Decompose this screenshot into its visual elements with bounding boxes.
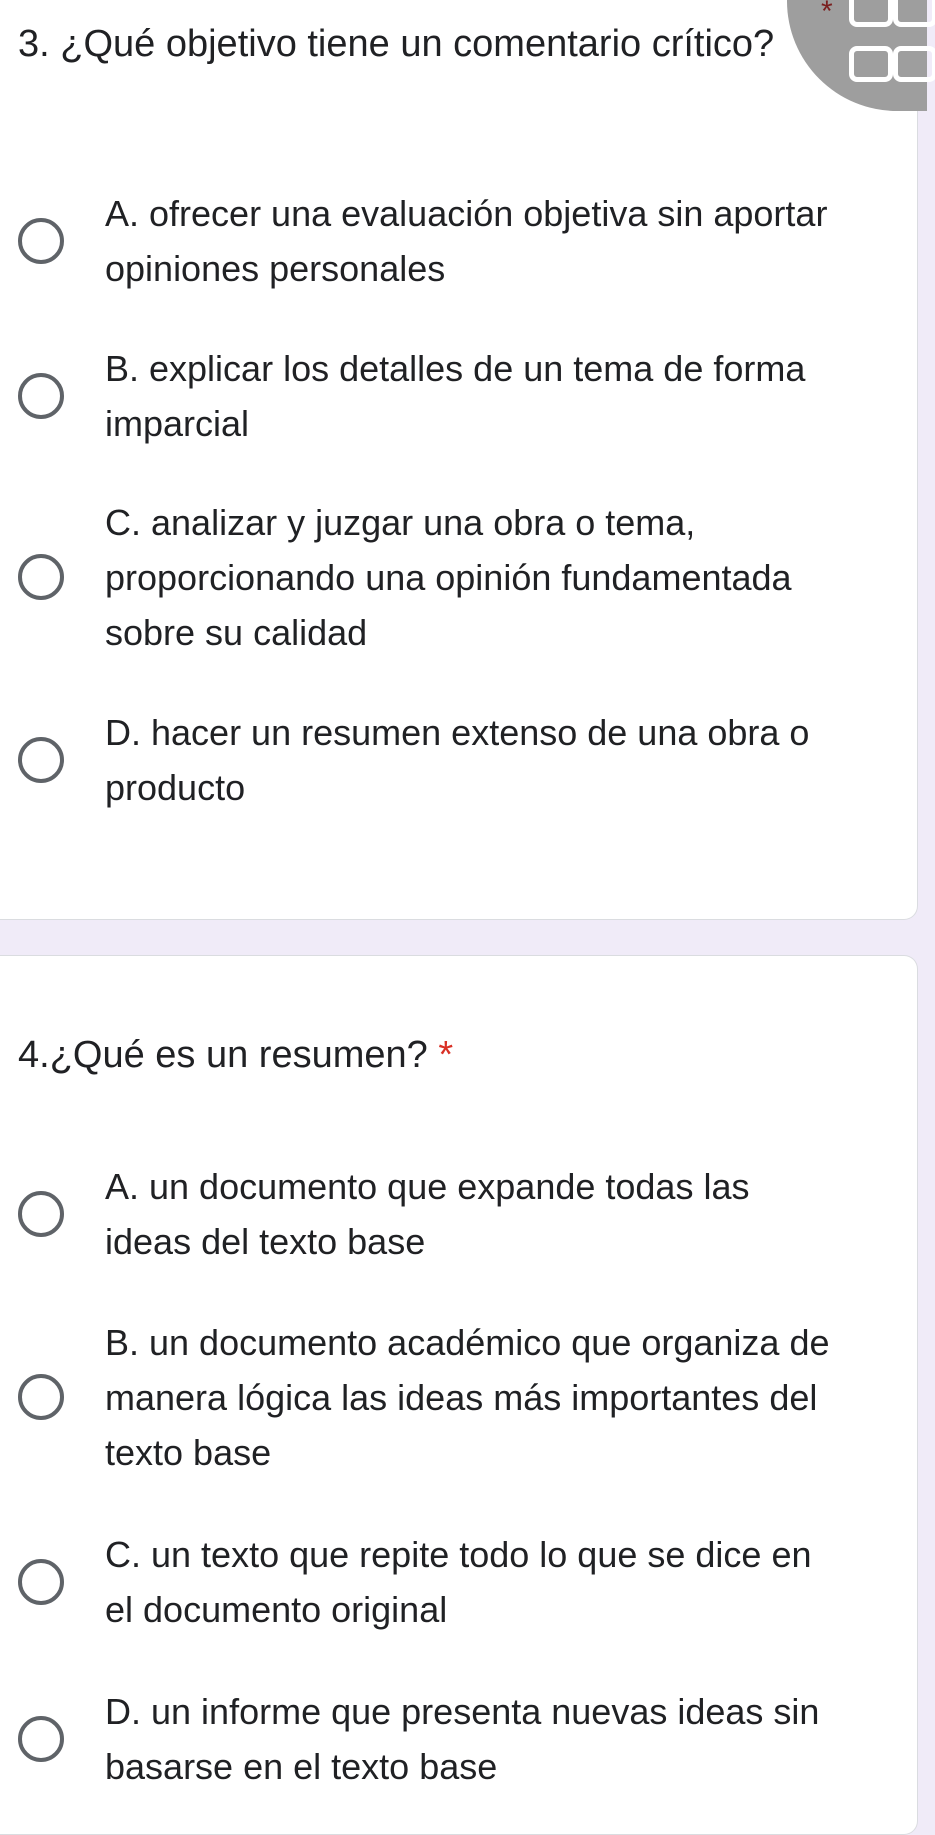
- question-title: 4.¿Qué es un resumen? *: [18, 1028, 778, 1083]
- grid-square-icon: [893, 46, 935, 82]
- grid-square-icon: [849, 46, 893, 82]
- radio-button[interactable]: [18, 1716, 64, 1762]
- option-label: A. un documento que expande todas las id…: [105, 1166, 750, 1262]
- option-label: D. un informe que presenta nuevas ideas …: [105, 1691, 820, 1787]
- question-title: 3. ¿Qué objetivo tiene un comentario crí…: [18, 23, 775, 65]
- option-b[interactable]: B. un documento académico que organiza d…: [0, 1307, 900, 1487]
- option-a[interactable]: A. un documento que expande todas las id…: [0, 1149, 900, 1279]
- overlay-badge: *: [787, 0, 935, 111]
- radio-button[interactable]: [18, 554, 64, 600]
- option-label: C. un texto que repite todo lo que se di…: [105, 1534, 812, 1630]
- radio-button[interactable]: [18, 373, 64, 419]
- option-label: B. explicar los detalles de un tema de f…: [105, 348, 806, 444]
- option-label: D. hacer un resumen extenso de una obra …: [105, 712, 810, 808]
- question-card-4: 4.¿Qué es un resumen? * A. un documento …: [0, 955, 918, 1835]
- radio-button[interactable]: [18, 1191, 64, 1237]
- question-title-text: 4.¿Qué es un resumen?: [18, 1034, 428, 1076]
- question-card-3: * 3. ¿Qué objetivo tiene un comentario c…: [0, 0, 935, 920]
- option-label: C. analizar y juzgar una obra o tema, pr…: [105, 501, 792, 653]
- option-label: A. ofrecer una evaluación objetiva sin a…: [105, 193, 828, 289]
- radio-button[interactable]: [18, 1559, 64, 1605]
- radio-button[interactable]: [18, 1374, 64, 1420]
- option-a[interactable]: A. ofrecer una evaluación objetiva sin a…: [0, 176, 900, 306]
- option-label: B. un documento académico que organiza d…: [105, 1321, 830, 1473]
- grid-square-icon: [893, 0, 935, 27]
- radio-button[interactable]: [18, 218, 64, 264]
- radio-button[interactable]: [18, 737, 64, 783]
- required-marker: *: [438, 1034, 454, 1076]
- option-c[interactable]: C. analizar y juzgar una obra o tema, pr…: [0, 487, 900, 667]
- option-d[interactable]: D. hacer un resumen extenso de una obra …: [0, 695, 900, 825]
- option-d[interactable]: D. un informe que presenta nuevas ideas …: [0, 1674, 900, 1804]
- grid-square-icon: [849, 0, 893, 27]
- required-star-icon: *: [821, 0, 833, 28]
- option-c[interactable]: C. un texto que repite todo lo que se di…: [0, 1517, 900, 1647]
- option-b[interactable]: B. explicar los detalles de un tema de f…: [0, 331, 900, 461]
